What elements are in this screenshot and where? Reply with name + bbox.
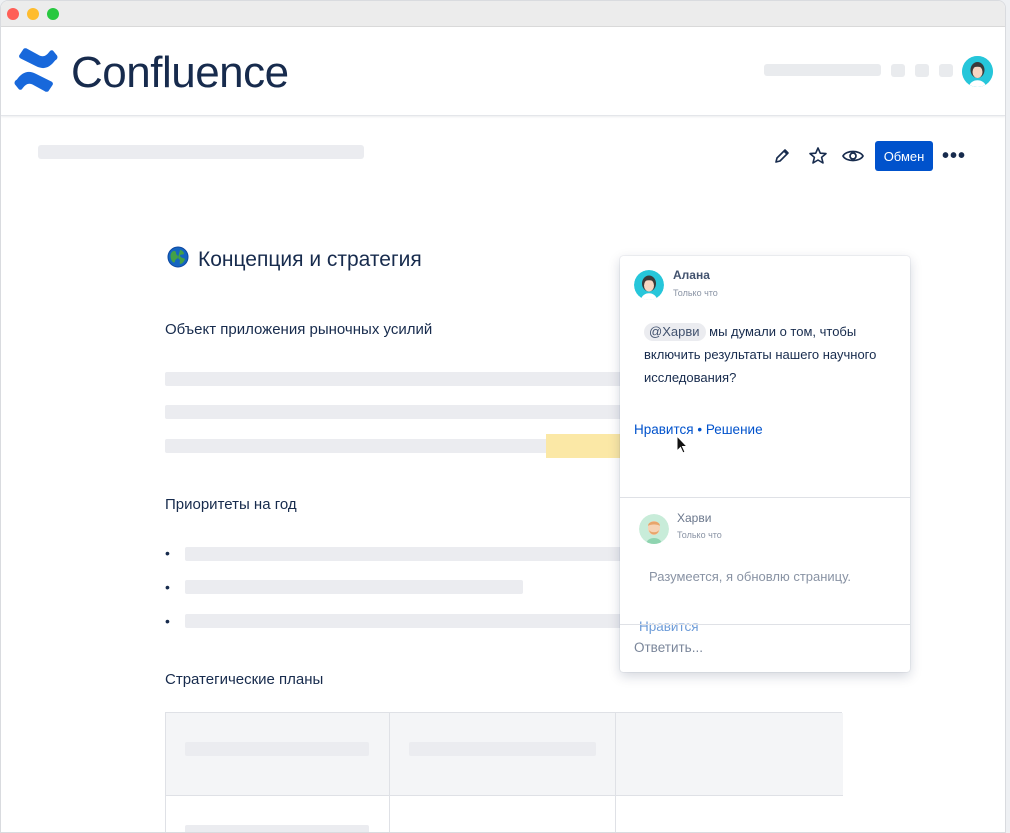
list-item-placeholder xyxy=(185,614,625,628)
app-name: Confluence xyxy=(71,47,289,97)
text-placeholder xyxy=(165,405,625,419)
window-titlebar xyxy=(1,1,1005,27)
share-button[interactable]: Обмен xyxy=(875,141,933,171)
divider xyxy=(620,624,910,625)
user-avatar[interactable] xyxy=(962,56,993,87)
header-icon-placeholder[interactable] xyxy=(891,64,905,77)
text-placeholder xyxy=(409,742,596,756)
table-cell[interactable] xyxy=(390,796,616,832)
comment-actions: Нравится • Решение xyxy=(634,422,763,437)
reply-like-button[interactable]: Нравится xyxy=(639,619,699,634)
table-header-cell[interactable] xyxy=(166,713,390,796)
table-header-cell[interactable] xyxy=(616,713,843,796)
text-placeholder xyxy=(185,742,369,756)
inline-comment-panel: Алана Только что @Харви мы думали о том,… xyxy=(620,256,910,672)
section-heading: Стратегические планы xyxy=(165,671,324,688)
maximize-window-button[interactable] xyxy=(47,8,59,20)
header-icon-placeholder[interactable] xyxy=(915,64,929,77)
mention-chip[interactable]: @Харви xyxy=(644,323,706,341)
app-window: Confluence Обмен ••• Концепция и стратег… xyxy=(0,0,1006,833)
reply-author-name[interactable]: Харви xyxy=(677,511,711,525)
breadcrumb-placeholder[interactable] xyxy=(38,145,364,159)
reply-timestamp: Только что xyxy=(677,530,722,540)
table-cell[interactable] xyxy=(166,796,390,832)
comment-author-avatar[interactable] xyxy=(634,270,664,300)
resolve-button[interactable]: Решение xyxy=(706,422,763,437)
list-item-placeholder xyxy=(185,547,625,561)
comment-highlight[interactable] xyxy=(546,434,626,458)
bullet-marker: • xyxy=(165,613,170,629)
minimize-window-button[interactable] xyxy=(27,8,39,20)
comment-body: @Харви мы думали о том, чтобы включить р… xyxy=(644,320,884,389)
reply-input[interactable]: Ответить... xyxy=(634,640,703,655)
section-heading: Объект приложения рыночных усилий xyxy=(165,321,433,338)
text-placeholder xyxy=(185,825,369,832)
search-placeholder-bar[interactable] xyxy=(764,64,881,76)
action-separator: • xyxy=(693,422,706,437)
reply-author-avatar[interactable] xyxy=(639,514,669,544)
section-heading: Приоритеты на год xyxy=(165,496,297,513)
table-header-cell[interactable] xyxy=(390,713,616,796)
bullet-marker: • xyxy=(165,579,170,595)
reply-text: Разумеется, я обновлю страницу. xyxy=(649,569,851,584)
confluence-logo-icon xyxy=(13,47,59,98)
more-actions-button[interactable]: ••• xyxy=(942,145,965,167)
app-header: Confluence xyxy=(1,27,1005,116)
divider xyxy=(620,497,910,498)
list-item-placeholder xyxy=(185,580,523,594)
page-toolbar: Обмен ••• xyxy=(771,141,965,171)
page-title-text: Концепция и стратегия xyxy=(198,247,422,271)
table-cell[interactable] xyxy=(616,796,843,832)
comment-author-name[interactable]: Алана xyxy=(673,268,710,282)
strategy-table xyxy=(165,712,843,832)
header-icon-placeholder[interactable] xyxy=(939,64,953,77)
mouse-pointer-icon xyxy=(675,434,689,455)
app-logo[interactable]: Confluence xyxy=(13,47,289,98)
globe-icon xyxy=(167,246,189,273)
pencil-icon[interactable] xyxy=(771,145,793,167)
eye-icon[interactable] xyxy=(842,145,864,167)
bullet-marker: • xyxy=(165,545,170,561)
star-icon[interactable] xyxy=(807,145,829,167)
page-title: Концепция и стратегия xyxy=(167,246,422,273)
comment-timestamp: Только что xyxy=(673,288,718,298)
close-window-button[interactable] xyxy=(7,8,19,20)
text-placeholder xyxy=(165,372,625,386)
